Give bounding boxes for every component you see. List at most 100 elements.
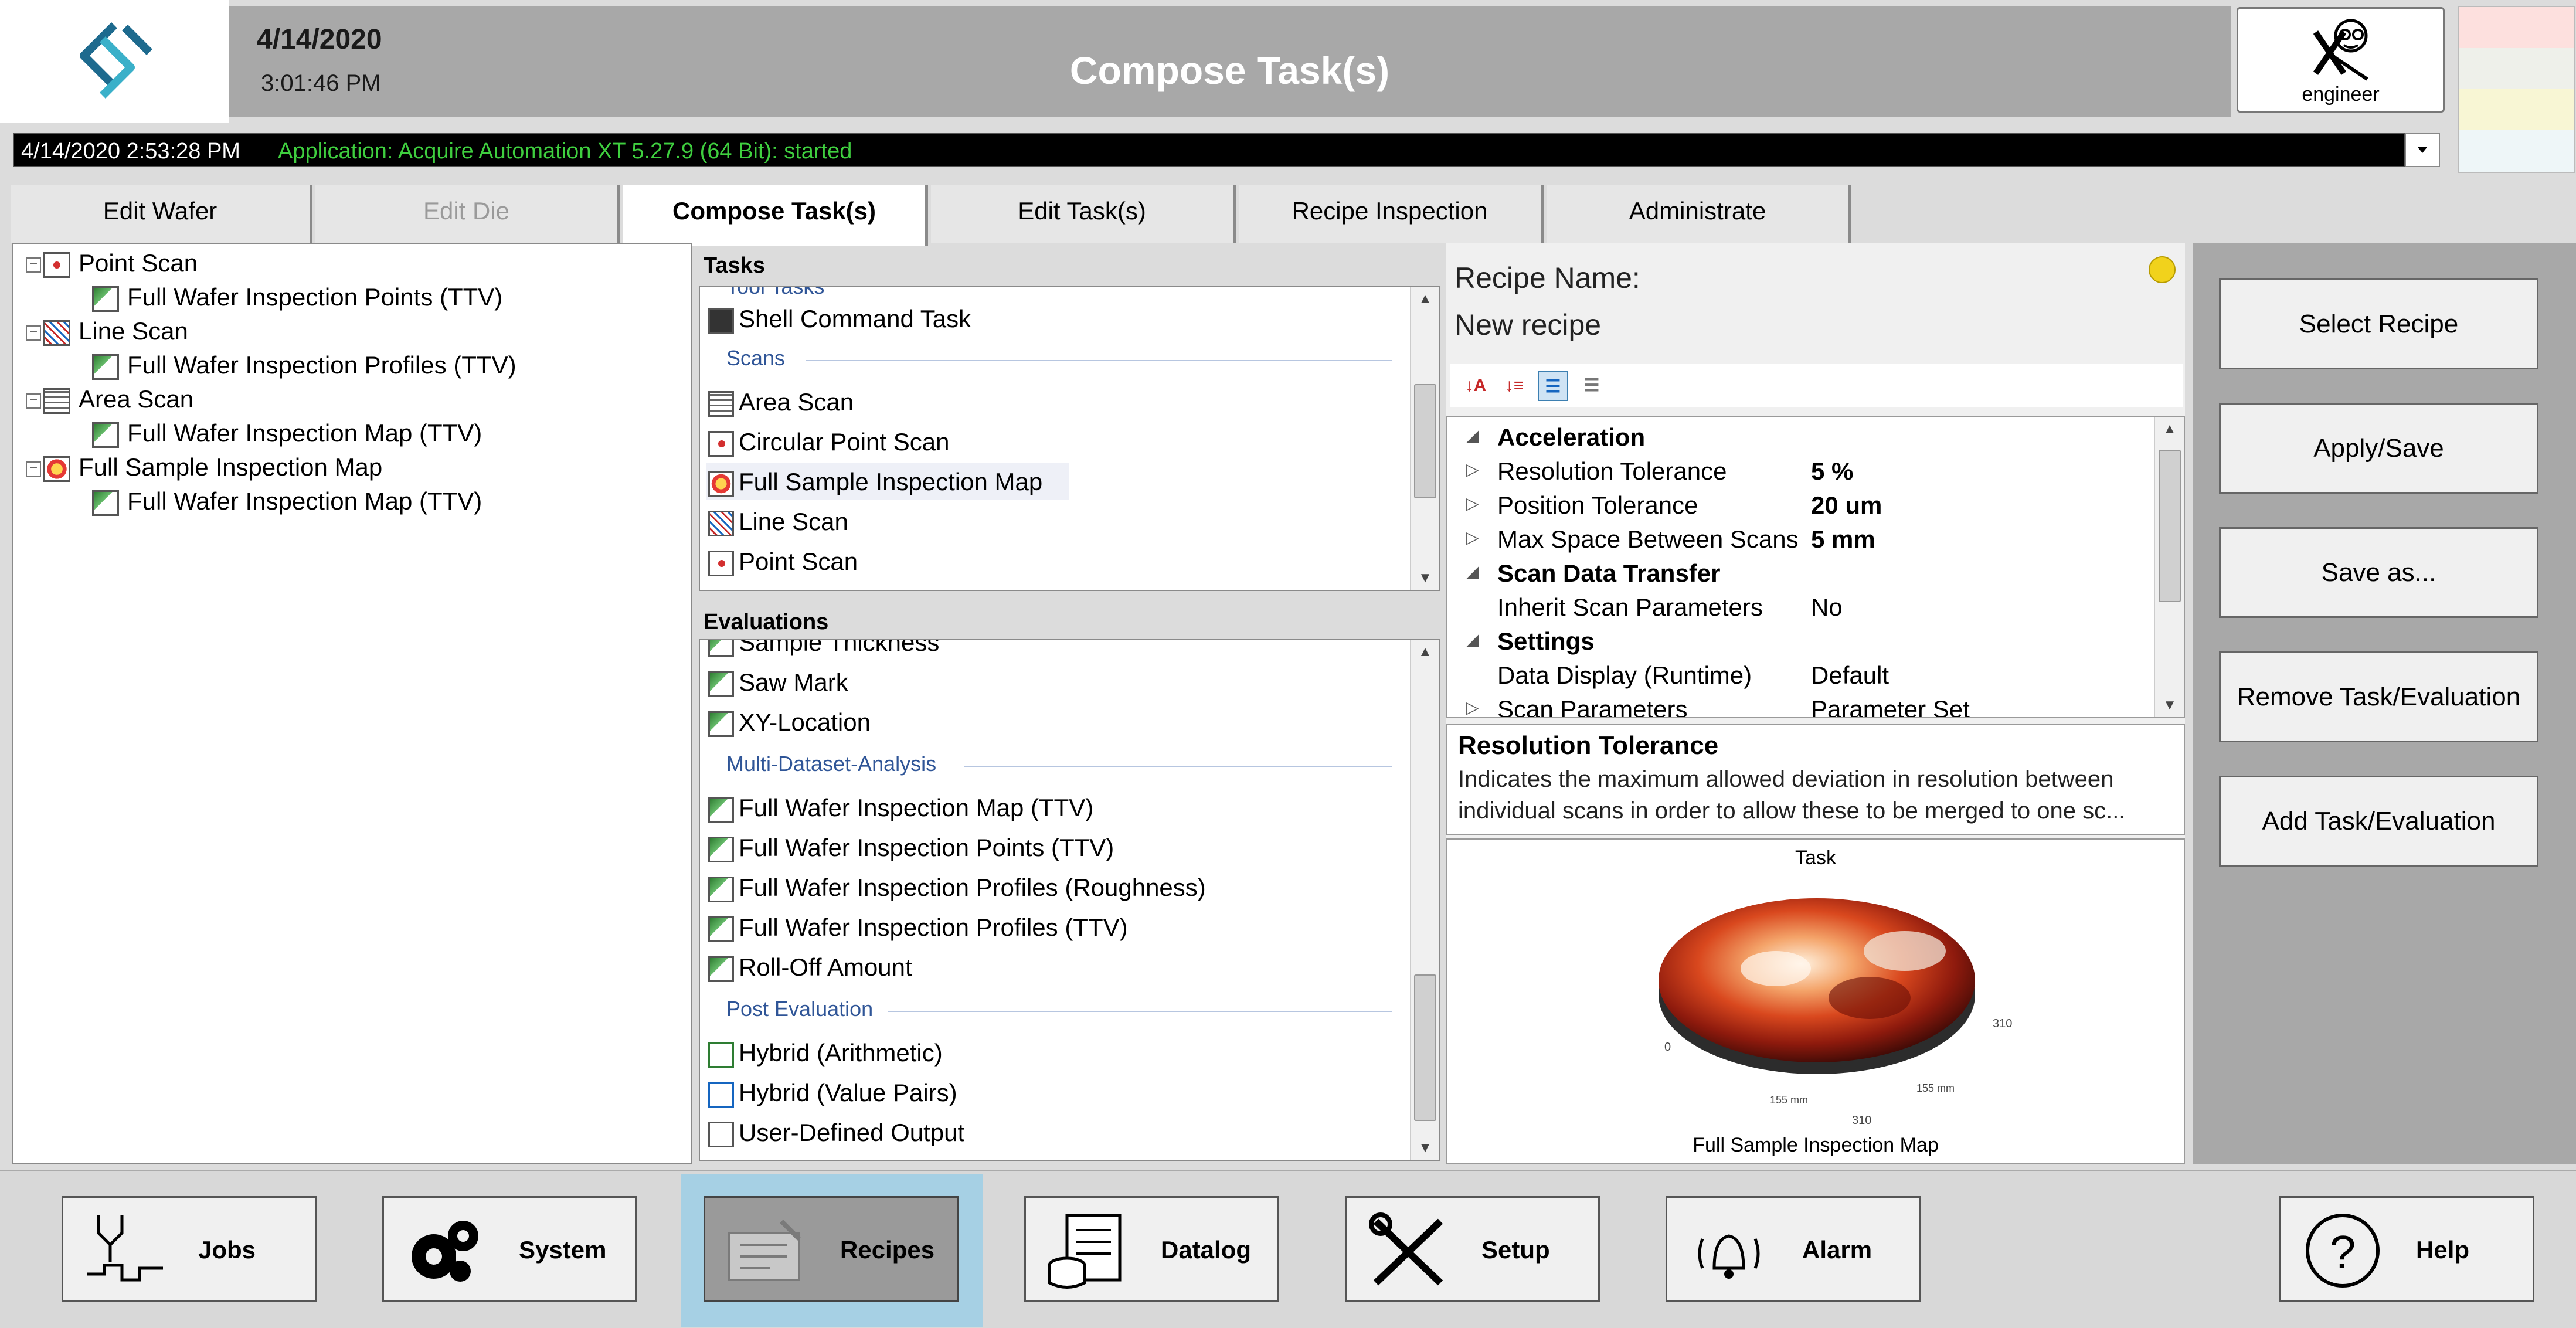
apply-save-button[interactable]: Apply/Save [2219, 403, 2538, 494]
tasks-heading: Tasks [704, 253, 765, 278]
prop-name: Position Tolerance [1497, 491, 1698, 519]
log-dropdown-button[interactable] [2405, 133, 2440, 167]
select-recipe-button[interactable]: Select Recipe [2219, 278, 2538, 369]
scroll-thumb[interactable] [2159, 450, 2181, 602]
collapse-icon[interactable]: − [26, 461, 41, 477]
tree-node-point-scan[interactable]: − Point Scan [26, 249, 198, 278]
list-item[interactable]: Full Wafer Inspection Profiles (Roughnes… [708, 874, 1206, 902]
tree-leaf[interactable]: Full Wafer Inspection Map (TTV) [92, 419, 482, 448]
list-item[interactable]: Full Wafer Inspection Map (TTV) [708, 794, 1093, 823]
evaluations-scrollbar[interactable]: ▲ ▼ [1410, 640, 1439, 1160]
scroll-up-icon[interactable]: ▲ [1411, 644, 1439, 660]
list-item[interactable]: Hybrid (Arithmetic) [708, 1039, 943, 1068]
expand-triangle-icon[interactable]: ▷ [1466, 494, 1479, 513]
property-toolbar: ↓A ↓≡ ☰ ☰ [1450, 364, 2183, 407]
tasks-scrollbar[interactable]: ▲ ▼ [1410, 287, 1439, 590]
tree-node-label: Line Scan [79, 317, 188, 345]
nav-setup-button[interactable]: Setup [1345, 1196, 1600, 1302]
expand-triangle-icon[interactable]: ▷ [1466, 460, 1479, 479]
nav-system-button[interactable]: System [382, 1196, 637, 1302]
scroll-down-icon[interactable]: ▼ [2155, 697, 2184, 714]
list-item[interactable]: Sample Thickness [708, 640, 939, 657]
tab-edit-wafer[interactable]: Edit Wafer [11, 185, 312, 243]
list-item[interactable]: Full Wafer Inspection Points (TTV) [708, 834, 1114, 862]
prop-category[interactable]: ◢ Settings [1447, 624, 2157, 658]
axis-label-origin: 0 [1664, 1041, 1671, 1054]
prop-category[interactable]: ◢ Acceleration [1447, 420, 2157, 454]
prop-row[interactable]: Inherit Scan Parameters No [1447, 590, 2157, 624]
list-item[interactable]: Hybrid (Value Pairs) [708, 1079, 957, 1108]
list-item-selected[interactable]: Full Sample Inspection Map [708, 468, 1042, 497]
list-item[interactable]: Area Scan [708, 388, 854, 417]
collapse-triangle-icon[interactable]: ◢ [1466, 630, 1479, 649]
list-item-label: Circular Point Scan [739, 428, 950, 456]
list-item[interactable]: XY-Location [708, 708, 871, 737]
prop-row[interactable]: ▷ Scan Parameters Parameter Set [1447, 692, 2157, 717]
sort-alpha-icon[interactable]: ↓A [1460, 371, 1491, 401]
list-item[interactable]: Roll-Off Amount [708, 953, 912, 982]
prop-row[interactable]: ▷ Max Space Between Scans 5 mm [1447, 522, 2157, 556]
list-item[interactable]: User-Defined Output [708, 1119, 964, 1147]
list-item-label: Line Scan [739, 508, 848, 535]
list-item[interactable]: Line Scan [708, 508, 848, 536]
list-item[interactable]: Point Scan [708, 548, 858, 576]
property-scrollbar[interactable]: ▲ ▼ [2154, 417, 2184, 717]
collapse-triangle-icon[interactable]: ◢ [1466, 562, 1479, 581]
expand-triangle-icon[interactable]: ▷ [1466, 528, 1479, 547]
prop-row[interactable]: ▷ Resolution Tolerance 5 % [1447, 454, 2157, 488]
prop-row[interactable]: Data Display (Runtime) Default [1447, 658, 2157, 692]
tree-node-full-sample[interactable]: − Full Sample Inspection Map [26, 453, 382, 482]
preview-title: Task [1795, 847, 1836, 869]
nav-jobs-button[interactable]: Jobs [62, 1196, 317, 1302]
list-item-label: Full Wafer Inspection Map (TTV) [739, 794, 1094, 821]
evaluation-icon [708, 671, 734, 697]
sort-category-icon[interactable]: ↓≡ [1499, 371, 1530, 401]
tab-compose-tasks[interactable]: Compose Task(s) [623, 185, 928, 246]
add-task-button[interactable]: Add Task/Evaluation [2219, 776, 2538, 867]
list-item[interactable]: Shell Command Task [708, 305, 971, 334]
tree-node-line-scan[interactable]: − Line Scan [26, 317, 188, 346]
scroll-thumb[interactable] [1414, 384, 1436, 498]
circular-point-icon [708, 430, 734, 457]
collapse-icon[interactable]: − [26, 257, 41, 273]
line-scan-icon [708, 510, 734, 536]
nav-datalog-button[interactable]: Datalog [1024, 1196, 1279, 1302]
tab-edit-die[interactable]: Edit Die [315, 185, 620, 243]
prop-value[interactable]: Parameter Set [1811, 695, 1970, 717]
tab-administrate[interactable]: Administrate [1547, 185, 1851, 243]
collapse-triangle-icon[interactable]: ◢ [1466, 426, 1479, 445]
nav-recipes-button[interactable]: Recipes [704, 1196, 959, 1302]
collapse-icon[interactable]: − [26, 325, 41, 341]
collapse-icon[interactable]: − [26, 393, 41, 409]
prop-value[interactable]: 5 % [1811, 457, 1853, 485]
prop-value[interactable]: 20 um [1811, 491, 1882, 519]
remove-task-button[interactable]: Remove Task/Evaluation [2219, 651, 2538, 742]
tree-leaf[interactable]: Full Wafer Inspection Points (TTV) [92, 283, 502, 312]
tree-leaf[interactable]: Full Wafer Inspection Profiles (TTV) [92, 351, 516, 380]
scroll-down-icon[interactable]: ▼ [1411, 570, 1439, 586]
nav-alarm-button[interactable]: Alarm [1666, 1196, 1921, 1302]
tree-node-area-scan[interactable]: − Area Scan [26, 385, 193, 414]
scroll-up-icon[interactable]: ▲ [1411, 291, 1439, 307]
prop-row[interactable]: ▷ Position Tolerance 20 um [1447, 488, 2157, 522]
user-button[interactable]: engineer [2237, 7, 2445, 113]
prop-category[interactable]: ◢ Scan Data Transfer [1447, 556, 2157, 590]
list-item[interactable]: Full Wafer Inspection Profiles (TTV) [708, 913, 1128, 942]
tree-leaf[interactable]: Full Wafer Inspection Map (TTV) [92, 487, 482, 516]
scroll-down-icon[interactable]: ▼ [1411, 1140, 1439, 1156]
prop-value[interactable]: 5 mm [1811, 525, 1875, 553]
prop-value[interactable]: No [1811, 593, 1843, 621]
list-item[interactable]: Saw Mark [708, 668, 848, 697]
tab-recipe-inspection[interactable]: Recipe Inspection [1239, 185, 1544, 243]
scroll-thumb[interactable] [1414, 974, 1436, 1121]
tab-edit-tasks[interactable]: Edit Task(s) [931, 185, 1236, 243]
tasks-list: Tool Tasks Shell Command Task Scans Area… [699, 286, 1440, 591]
categorized-view-icon[interactable]: ☰ [1538, 371, 1568, 401]
prop-value[interactable]: Default [1811, 661, 1889, 690]
list-view-icon[interactable]: ☰ [1576, 371, 1607, 401]
scroll-up-icon[interactable]: ▲ [2155, 421, 2184, 437]
list-item[interactable]: Circular Point Scan [708, 428, 949, 457]
expand-triangle-icon[interactable]: ▷ [1466, 698, 1479, 717]
save-as-button[interactable]: Save as... [2219, 527, 2538, 618]
nav-help-button[interactable]: ? Help [2279, 1196, 2534, 1302]
